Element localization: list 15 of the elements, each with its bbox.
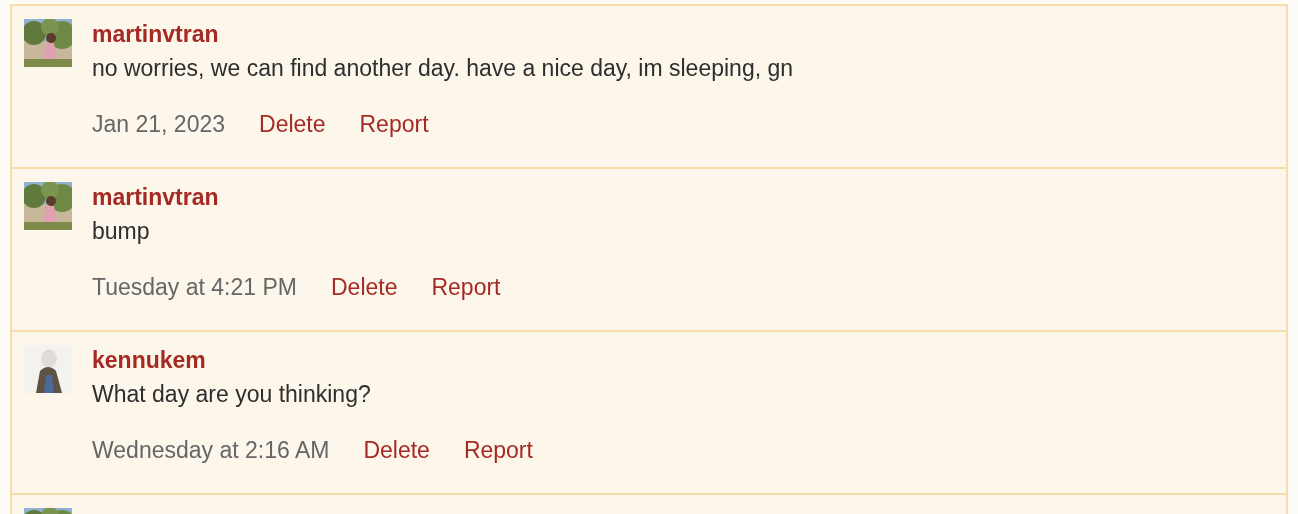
timestamp: Wednesday at 2:16 AM — [92, 436, 330, 465]
report-link[interactable]: Report — [359, 108, 429, 140]
delete-link[interactable]: Delete — [331, 271, 398, 303]
comment-text: no worries, we can find another day. have a nice day, im sleeping, gn — [92, 54, 794, 83]
timestamp: Jan 21, 2023 — [92, 110, 225, 139]
username-link[interactable]: martinvtran — [92, 181, 219, 213]
timestamp: Tuesday at 4:21 PM — [92, 273, 297, 302]
username-link[interactable]: martinvtran — [92, 18, 219, 50]
username-link[interactable]: kennukem — [92, 344, 206, 376]
comment-text: What day are you thinking? — [92, 380, 372, 409]
report-link[interactable]: Report — [463, 434, 533, 466]
delete-link[interactable]: Delete — [363, 434, 430, 466]
comment-text: bump — [92, 217, 151, 246]
report-link[interactable]: Report — [431, 271, 501, 303]
delete-link[interactable]: Delete — [259, 108, 326, 140]
